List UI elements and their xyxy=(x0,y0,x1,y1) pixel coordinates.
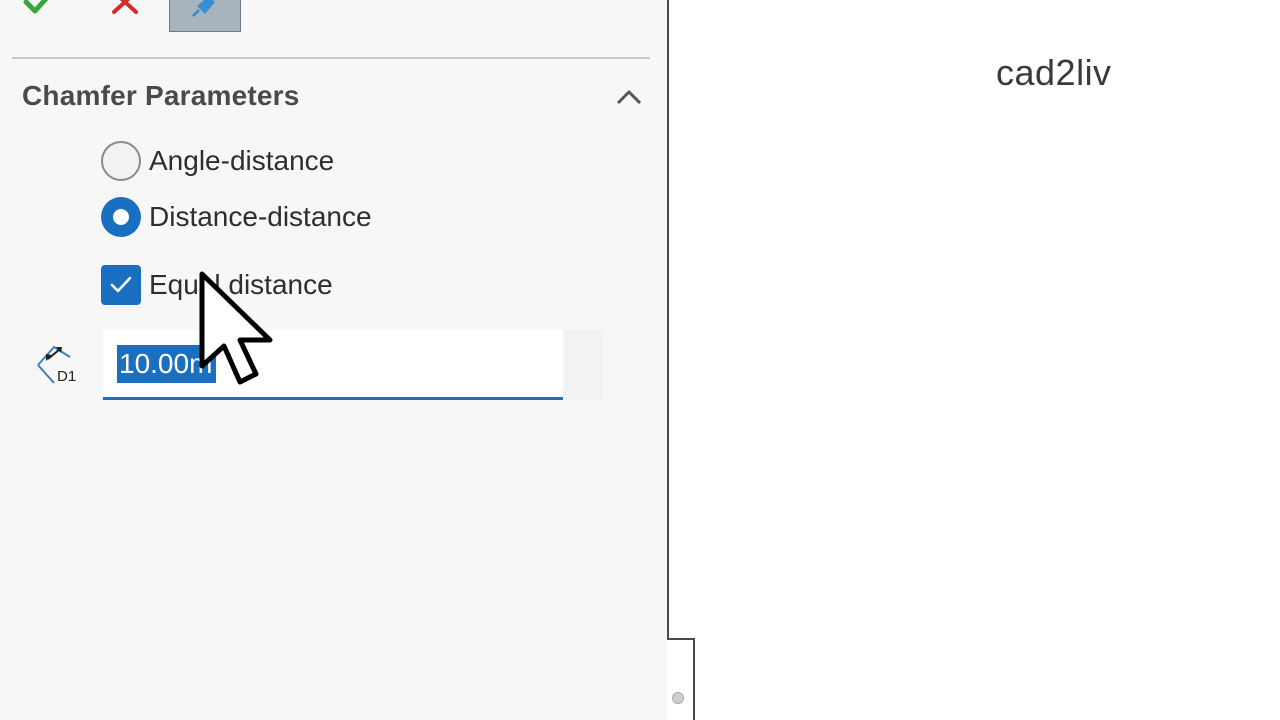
angle-distance-label: Angle-distance xyxy=(149,145,335,176)
close-icon xyxy=(112,0,138,14)
panel-border-step xyxy=(667,638,695,640)
section-divider xyxy=(12,57,650,59)
option-distance-distance[interactable]: Distance-distance xyxy=(101,196,372,238)
option-angle-distance[interactable]: Angle-distance xyxy=(101,140,334,182)
check-icon xyxy=(110,276,132,293)
group-title-chamfer-parameters: Chamfer Parameters xyxy=(22,80,300,111)
keep-visible-pin-button[interactable] xyxy=(169,0,241,32)
panel-border-lower xyxy=(693,638,695,720)
distance-distance-label: Distance-distance xyxy=(149,201,372,232)
cancel-button[interactable] xyxy=(108,0,144,18)
svg-text:D1: D1 xyxy=(57,368,76,385)
pushpin-icon xyxy=(191,0,215,18)
mouse-cursor-icon xyxy=(199,271,273,385)
equal-distance-checkbox[interactable] xyxy=(101,265,141,305)
collapse-group-button[interactable] xyxy=(614,84,644,110)
angle-distance-radio[interactable] xyxy=(101,141,141,181)
resize-handle[interactable] xyxy=(672,692,684,704)
checkmark-icon xyxy=(23,0,49,14)
chevron-up-icon xyxy=(616,90,642,105)
distance-distance-radio[interactable] xyxy=(101,197,141,237)
distance-input[interactable]: 10.00m xyxy=(103,330,563,400)
watermark: cad2liv xyxy=(996,52,1112,93)
panel-border xyxy=(667,0,669,640)
distance-d1-icon: D1 xyxy=(34,343,84,387)
ok-button[interactable] xyxy=(22,0,56,18)
